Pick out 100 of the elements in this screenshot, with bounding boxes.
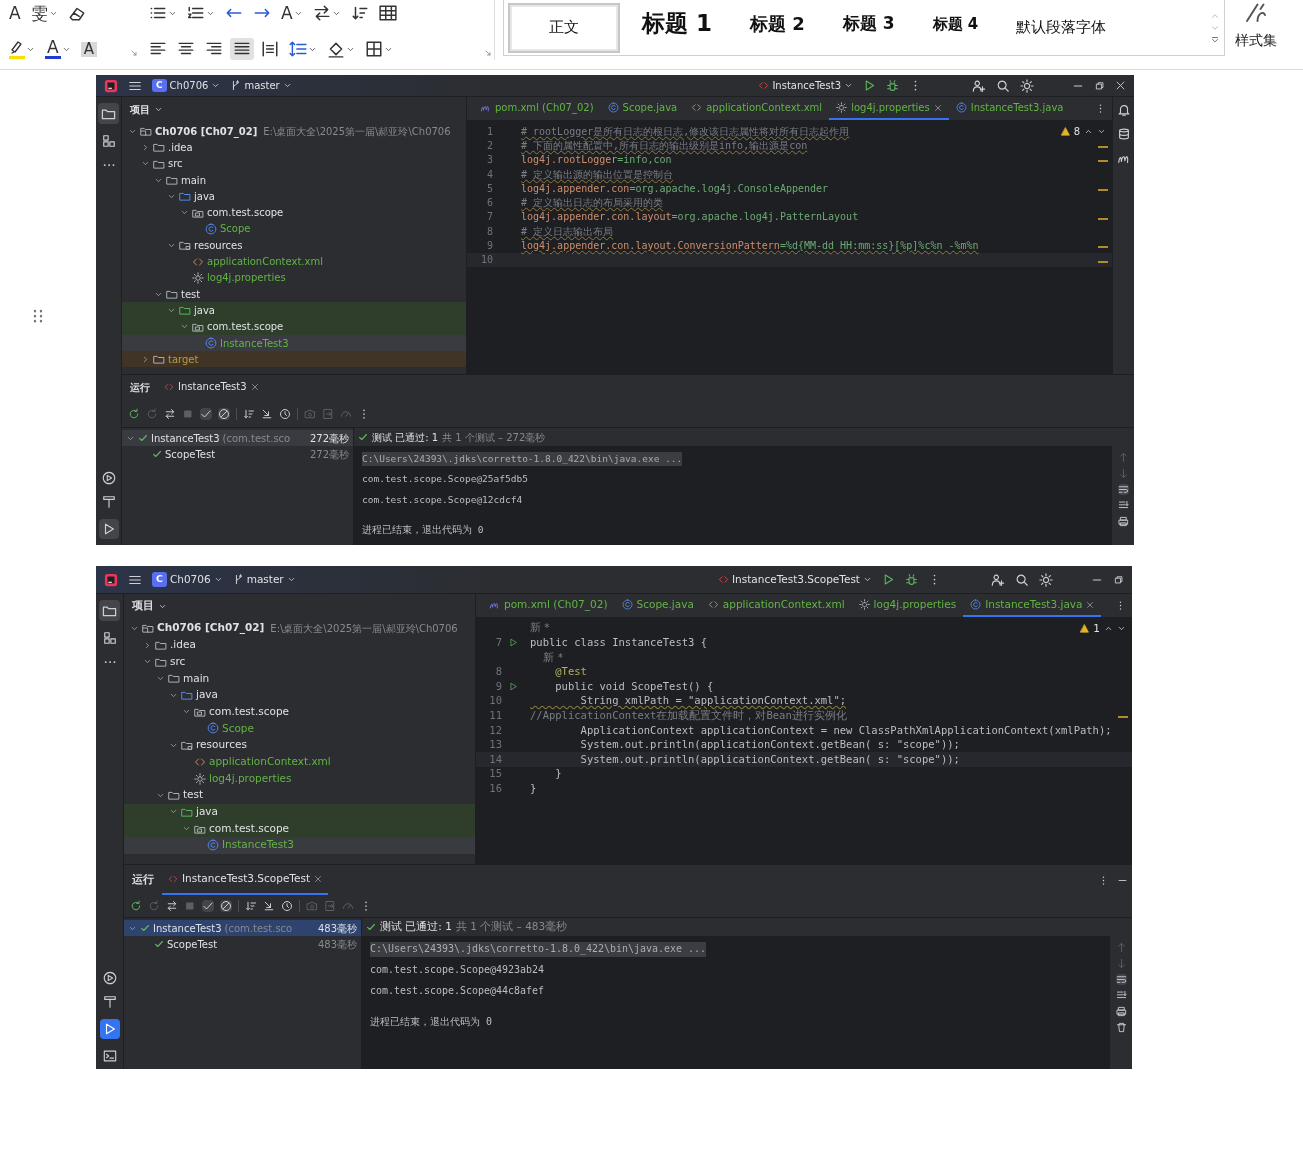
line-number: 9: [494, 678, 502, 694]
tree-row[interactable]: java: [124, 803, 475, 821]
run-panel-title: 运行: [132, 872, 154, 888]
tree-row[interactable]: applicationContext.xml: [124, 753, 475, 771]
branch-selector[interactable]: master: [230, 78, 292, 93]
tree-row[interactable]: java: [124, 686, 475, 704]
tree-item-label: com.test.scope: [209, 820, 290, 836]
style-option[interactable]: 标题 2: [734, 0, 821, 49]
run-config-selector[interactable]: InstanceTest3.ScopeTest: [717, 571, 872, 588]
line-number: 7: [485, 210, 493, 225]
tree-row[interactable]: log4j.properties: [122, 269, 466, 286]
code-line: # 定义输出日志的布局采用的类: [520, 196, 664, 211]
editor-tab[interactable]: pom.xml (Ch07_02): [482, 594, 615, 617]
style-set-button[interactable]: 样式集: [1235, 30, 1277, 51]
editor-tab[interactable]: log4j.properties: [851, 594, 964, 617]
branch-selector[interactable]: master: [232, 571, 296, 588]
test-row[interactable]: ScopeTest 272毫秒: [122, 446, 353, 462]
editor-tab[interactable]: Scope.java: [614, 594, 701, 617]
tree-item-label: Ch0706 [Ch07_02]: [155, 124, 258, 139]
tree-row[interactable]: java: [122, 302, 466, 319]
editor-tab[interactable]: log4j.properties: [829, 97, 949, 120]
tree-item-label: java: [196, 804, 218, 820]
tree-item-label: InstanceTest3: [220, 336, 289, 351]
tree-row[interactable]: com.test.scope: [124, 820, 475, 837]
tree-item-label: resources: [194, 238, 243, 253]
tree-item-label: Scope: [222, 720, 254, 736]
console-command: C:\Users\24393\.jdks\corretto-1.8.0_422\bin\java.exe ...: [362, 452, 683, 467]
run-config-selector[interactable]: InstanceTest3: [758, 78, 853, 93]
project-selector[interactable]: C Ch0706: [152, 571, 223, 588]
project-panel-title[interactable]: 项目: [130, 101, 163, 117]
tree-row[interactable]: Scope: [124, 720, 475, 737]
code-line: //ApplicationContext在加载配置文件时，对Bean进行实例化: [529, 708, 847, 723]
code-line: # 定义日志输出布局: [520, 224, 614, 239]
test-package: (com.test.sco: [222, 431, 291, 446]
tree-row[interactable]: test: [124, 786, 475, 804]
tree-item-label: src: [168, 157, 183, 172]
console-line: com.test.scope.Scope@44c8afef: [370, 983, 545, 998]
code-line: }: [554, 766, 562, 782]
tree-row[interactable]: target: [122, 351, 466, 368]
test-row[interactable]: InstanceTest3 (com.test.sco 483毫秒: [124, 920, 361, 936]
tree-item-label: Ch0706 [Ch07_02]: [157, 620, 265, 636]
tree-row[interactable]: com.test.scope: [124, 703, 475, 721]
line-number: 3: [485, 153, 493, 168]
editor-tab[interactable]: applicationContext.xml: [684, 97, 830, 120]
editor-tab[interactable]: Scope.java: [600, 97, 685, 120]
tree-row[interactable]: .idea: [124, 636, 475, 654]
line-number: 16: [488, 780, 502, 796]
ribbon-button[interactable]: A: [278, 2, 306, 24]
tree-item-label: main: [181, 173, 206, 188]
warning-count: 8: [1073, 125, 1080, 139]
test-row[interactable]: InstanceTest3 (com.test.sco 272毫秒: [122, 430, 353, 446]
style-option[interactable]: 默认段落字体: [1000, 2, 1123, 53]
tree-item-label: .idea: [170, 637, 196, 653]
line-number: 8: [494, 664, 502, 680]
inlay-hint: 新 *: [529, 620, 550, 636]
run-tab[interactable]: InstanceTest3.ScopeTest: [162, 865, 329, 895]
ribbon-button[interactable]: A: [6, 2, 24, 24]
tree-row[interactable]: java: [122, 188, 466, 205]
tree-row[interactable]: src: [124, 653, 475, 671]
tree-row[interactable]: Scope: [122, 220, 466, 238]
line-number: 9: [485, 239, 493, 254]
test-duration: 483毫秒: [317, 937, 357, 952]
code-line: @Test: [554, 664, 587, 680]
editor-tab[interactable]: InstanceTest3.java: [963, 594, 1102, 617]
project-selector[interactable]: C Ch0706: [152, 78, 221, 93]
tree-row[interactable]: test: [122, 285, 466, 303]
test-duration: 272毫秒: [309, 447, 349, 462]
test-duration: 272毫秒: [309, 431, 349, 446]
line-number: 1: [485, 124, 493, 139]
tree-row[interactable]: .idea: [122, 139, 466, 156]
tree-row[interactable]: applicationContext.xml: [122, 253, 466, 270]
style-option[interactable]: 标题 4: [916, 0, 995, 49]
editor-tab[interactable]: InstanceTest3.java: [948, 97, 1071, 120]
editor-tab[interactable]: applicationContext.xml: [700, 594, 852, 617]
tree-row[interactable]: main: [122, 171, 466, 189]
tree-row[interactable]: com.test.scope: [122, 204, 466, 221]
line-number: 14: [488, 751, 502, 767]
style-option[interactable]: 标题 3: [826, 0, 911, 49]
test-name: InstanceTest3: [151, 431, 220, 446]
editor-tab[interactable]: pom.xml (Ch07_02): [473, 97, 601, 120]
code-line: log4j.appender.con.layout.ConversionPattern=%d{MM-dd HH:mm:ss}[%p]%c%n -%m%n: [520, 239, 979, 254]
test-summary: 共 1 个测试 – 272毫秒: [442, 430, 546, 445]
ribbon-button[interactable]: A: [42, 37, 74, 61]
style-option[interactable]: 标题 1: [626, 0, 728, 49]
tree-row[interactable]: resources: [124, 736, 475, 754]
tree-row[interactable]: resources: [122, 237, 466, 254]
tree-item-label: log4j.properties: [207, 271, 286, 286]
tree-row[interactable]: main: [124, 670, 475, 687]
ribbon-button[interactable]: 雯: [27, 2, 61, 24]
line-number: 13: [488, 737, 502, 753]
code-line: # rootLogger是所有日志的根日志,修改该日志属性将对所有日志起作用: [520, 124, 850, 139]
line-number: 4: [485, 167, 493, 182]
style-option[interactable]: 正文: [508, 2, 620, 53]
test-row[interactable]: ScopeTest 483毫秒: [124, 936, 361, 952]
tree-row[interactable]: log4j.properties: [124, 770, 475, 787]
console-line: 进程已结束，退出代码为 0: [362, 522, 484, 537]
run-tab[interactable]: InstanceTest3: [158, 375, 265, 400]
project-panel-title[interactable]: 项目: [132, 598, 167, 614]
tree-item-label: test: [183, 787, 204, 803]
tree-row[interactable]: src: [122, 155, 466, 172]
